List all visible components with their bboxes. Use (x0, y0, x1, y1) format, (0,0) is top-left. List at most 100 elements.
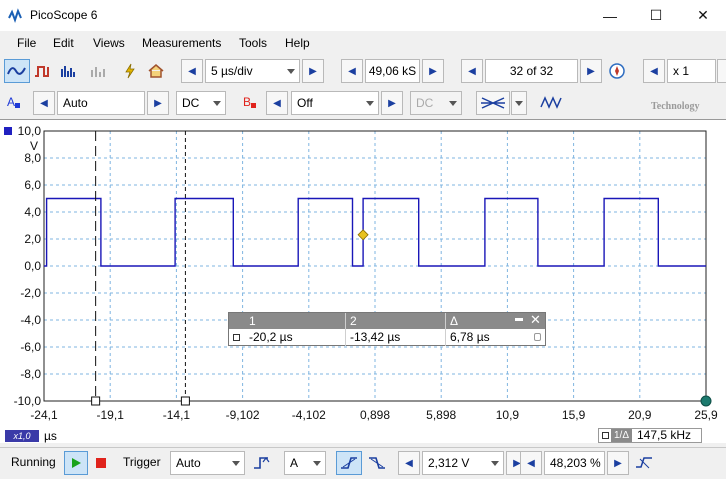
title-bar: PicoScope 6 — ☐ ✕ (0, 0, 726, 31)
falling-edge-button[interactable] (364, 451, 390, 475)
spectrum-mode-button[interactable] (58, 59, 80, 83)
channel-a-range-decrease-button[interactable]: ◀ (33, 91, 55, 115)
y-tick-label: 4,0 (24, 205, 41, 219)
default-view-button[interactable] (145, 59, 167, 83)
timebase-select[interactable]: 5 µs/div (205, 59, 300, 83)
frequency-readout: 1/Δ 147,5 kHz (598, 428, 702, 443)
serial-decode-button[interactable] (88, 59, 110, 83)
chevron-down-icon (449, 101, 457, 106)
arrow-right-icon: ▶ (587, 65, 595, 77)
rising-edge-button[interactable] (336, 451, 362, 475)
ruler-col-1: 1 (249, 314, 256, 328)
waveform-icon (540, 96, 562, 109)
menu-tools[interactable]: Tools (239, 36, 267, 50)
chevron-down-icon (313, 461, 321, 466)
y-tick-label: -4,0 (20, 313, 41, 327)
chevron-down-icon (515, 101, 523, 106)
x-tick-label: 0,898 (360, 408, 390, 422)
auto-setup-button[interactable] (119, 59, 141, 83)
menu-views[interactable]: Views (93, 36, 125, 50)
menu-edit[interactable]: Edit (53, 36, 74, 50)
x-zoom-badge[interactable]: x1,0 (5, 430, 39, 442)
zoom-decrease-button[interactable]: ◀ (643, 59, 665, 83)
trigger-settings-button[interactable] (633, 451, 655, 475)
channel-a-range-select[interactable]: Auto (57, 91, 145, 115)
channel-b-range-value: Off (297, 96, 313, 110)
x-tick-label: 25,9 (694, 408, 718, 422)
stop-button[interactable] (90, 451, 112, 475)
y-tick-label: -6,0 (20, 340, 41, 354)
samples-field[interactable]: 49,06 kS (365, 59, 420, 83)
ruler-checkbox[interactable] (233, 334, 240, 341)
ruler-col-delta: Δ (445, 313, 515, 329)
trigger-channel-value: A (290, 456, 299, 470)
minimize-icon[interactable] (515, 318, 523, 321)
channel-b-range-decrease-button[interactable]: ◀ (266, 91, 288, 115)
buffer-next-button[interactable]: ▶ (580, 59, 602, 83)
trigger-channel-select[interactable]: A (284, 451, 326, 475)
y-tick-label: 0,0 (24, 259, 41, 273)
trigger-edge-icon (254, 457, 270, 469)
arrow-left-icon: ◀ (650, 65, 658, 77)
main-toolbar: ◀ 5 µs/div ▶ ◀ 49,06 kS ▶ ◀ 32 of 32 ▶ ◀… (0, 55, 726, 87)
channel-options-dropdown-button[interactable] (511, 91, 527, 115)
ruler-2-value: -13,42 µs (345, 329, 445, 346)
lock-icon[interactable] (534, 333, 541, 341)
y-tick-label: -10,0 (14, 394, 42, 408)
arrow-left-icon: ◀ (273, 97, 281, 109)
scope-plot[interactable]: 10,0 8,0 6,0 4,0 2,0 0,0 -2,0 -4,0 -6,0 -8,0 -10,0… (0, 120, 726, 444)
ruler-legend-panel: 1 2 Δ ✕ -20,2 µs -13,42 µs 6,78 µs (228, 312, 546, 346)
pretrigger-decrease-button[interactable]: ◀ (520, 451, 542, 475)
status-bar: Running Trigger Auto A ◀ 2,312 V ▶ ◀ 48,… (0, 447, 726, 479)
menu-measurements[interactable]: Measurements (142, 36, 221, 50)
close-button[interactable]: ✕ (680, 0, 726, 31)
samples-increase-button[interactable]: ▶ (422, 59, 444, 83)
timebase-decrease-button[interactable]: ◀ (181, 59, 203, 83)
threshold-field[interactable]: 2,312 V (422, 451, 504, 475)
trigger-mode-select[interactable]: Auto (170, 451, 245, 475)
buffer-previous-button[interactable]: ◀ (461, 59, 483, 83)
menu-file[interactable]: File (17, 36, 36, 50)
buffer-navigator-field[interactable]: 32 of 32 (485, 59, 578, 83)
arrow-left-icon: ◀ (40, 97, 48, 109)
rising-edge-icon (341, 457, 357, 469)
maximize-button[interactable]: ☐ (633, 0, 679, 31)
minimize-icon: — (603, 7, 617, 24)
ruler-legend-header: 1 2 Δ ✕ (229, 312, 545, 329)
minimize-button[interactable]: — (587, 0, 633, 31)
math-channels-button[interactable] (539, 91, 565, 115)
channel-a-label: A (7, 95, 16, 109)
trigger-marker (357, 229, 369, 241)
start-button[interactable] (64, 451, 88, 475)
close-icon[interactable]: ✕ (530, 312, 541, 328)
channel-a-range-increase-button[interactable]: ▶ (147, 91, 169, 115)
channel-b-range-select[interactable]: Off (291, 91, 379, 115)
x-axis-handle (700, 395, 712, 407)
scope-view[interactable]: 10,0 8,0 6,0 4,0 2,0 0,0 -2,0 -4,0 -6,0 -8,0 -10,0… (0, 119, 726, 443)
advanced-trigger-button[interactable] (251, 451, 273, 475)
frequency-checkbox[interactable] (602, 432, 609, 439)
channel-b-range-increase-button[interactable]: ▶ (381, 91, 403, 115)
channel-options-button[interactable] (476, 91, 510, 115)
y-tick-label: 8,0 (24, 151, 41, 165)
zoom-field[interactable]: x 1 (667, 59, 716, 83)
arrow-right-icon: ▶ (154, 97, 162, 109)
channel-b-coupling-select[interactable]: DC (410, 91, 462, 115)
menu-help[interactable]: Help (285, 36, 310, 50)
compass-icon (609, 63, 625, 79)
samples-decrease-button[interactable]: ◀ (341, 59, 363, 83)
threshold-decrease-button[interactable]: ◀ (398, 451, 420, 475)
pretrigger-increase-button[interactable]: ▶ (607, 451, 629, 475)
buffer-overview-button[interactable] (606, 59, 628, 83)
ruler-col-2: 2 (345, 313, 445, 329)
scope-mode-button[interactable] (4, 59, 30, 83)
x-tick-label: -4,102 (292, 408, 326, 422)
persistence-mode-button[interactable] (32, 59, 54, 83)
arrow-right-icon: ▶ (388, 97, 396, 109)
zoom-increase-button[interactable] (717, 59, 726, 83)
channel-a-coupling-select[interactable]: DC (176, 91, 226, 115)
pretrigger-field[interactable]: 48,203 % (544, 451, 605, 475)
time-ruler-handle-2 (180, 396, 190, 406)
close-icon: ✕ (697, 7, 709, 23)
timebase-increase-button[interactable]: ▶ (302, 59, 324, 83)
